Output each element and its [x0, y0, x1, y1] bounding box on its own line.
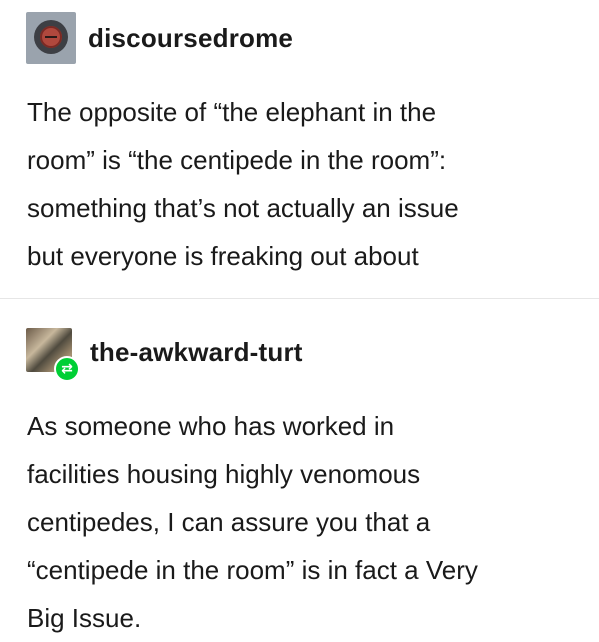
avatar-mark — [45, 36, 57, 38]
username-link[interactable]: the-awkward-turt — [90, 337, 303, 368]
reblog-icon: ⇄ — [54, 356, 80, 382]
reblog-header: ⇄ the-awkward-turt — [26, 326, 303, 382]
post-divider — [0, 298, 599, 299]
reblog-body: As someone who has worked in facilities … — [27, 411, 478, 633]
post-body: The opposite of “the elephant in the roo… — [27, 97, 459, 271]
username-link[interactable]: discoursedrome — [88, 23, 293, 54]
photo-avatar-icon[interactable]: ⇄ — [26, 326, 82, 382]
red-circle-avatar-icon[interactable] — [26, 12, 76, 64]
post-header: discoursedrome — [26, 12, 293, 64]
